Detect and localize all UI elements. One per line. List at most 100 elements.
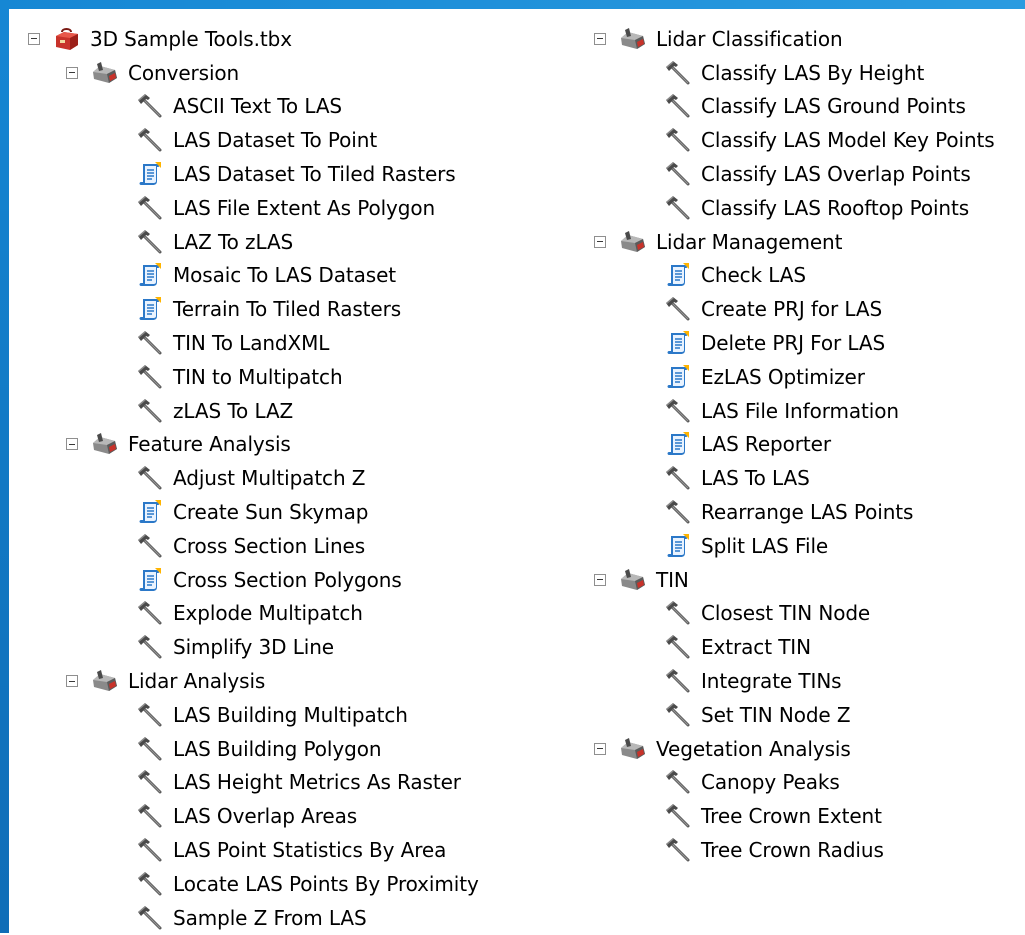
tree-item-label: LAS Dataset To Tiled Rasters	[173, 162, 456, 187]
tool-item-las-reporter[interactable]: LAS Reporter	[594, 428, 995, 462]
toolbox-item-3d-sample-tools-tbx[interactable]: 3D Sample Tools.tbx	[28, 22, 479, 56]
tree-item-label: TIN	[656, 567, 689, 592]
toolset-item-vegetation-analysis[interactable]: Vegetation Analysis	[594, 732, 995, 766]
tool-item-ezlas-optimizer[interactable]: EzLAS Optimizer	[594, 360, 995, 394]
tool-item-tin-to-multipatch[interactable]: TIN to Multipatch	[28, 360, 479, 394]
collapse-toggle-icon[interactable]	[66, 675, 78, 688]
tree-item-label: Simplify 3D Line	[173, 635, 334, 660]
toolbox-icon	[53, 26, 81, 52]
script-icon	[136, 262, 164, 288]
collapse-toggle-icon[interactable]	[28, 32, 40, 45]
collapse-toggle-icon[interactable]	[594, 742, 606, 755]
collapse-toggle-icon[interactable]	[594, 235, 606, 248]
tool-item-check-las[interactable]: Check LAS	[594, 259, 995, 293]
hammer-icon	[664, 803, 692, 829]
tool-item-sample-z-from-las[interactable]: Sample Z From LAS	[28, 901, 479, 935]
script-icon	[136, 296, 164, 322]
tool-item-las-dataset-to-point[interactable]: LAS Dataset To Point	[28, 123, 479, 157]
tool-item-las-building-polygon[interactable]: LAS Building Polygon	[28, 732, 479, 766]
tool-item-ascii-text-to-las[interactable]: ASCII Text To LAS	[28, 90, 479, 124]
tree-item-label: Sample Z From LAS	[173, 905, 367, 930]
tool-item-las-point-statistics-by-area[interactable]: LAS Point Statistics By Area	[28, 833, 479, 867]
tool-item-cross-section-polygons[interactable]: Cross Section Polygons	[28, 563, 479, 597]
tool-item-classify-las-overlap-points[interactable]: Classify LAS Overlap Points	[594, 157, 995, 191]
collapse-toggle-icon[interactable]	[66, 438, 78, 451]
tool-item-las-overlap-areas[interactable]: LAS Overlap Areas	[28, 799, 479, 833]
tool-item-tin-to-landxml[interactable]: TIN To LandXML	[28, 326, 479, 360]
tool-item-create-prj-for-las[interactable]: Create PRJ for LAS	[594, 292, 995, 326]
tool-item-simplify-3d-line[interactable]: Simplify 3D Line	[28, 630, 479, 664]
tree-item-label: LAS File Extent As Polygon	[173, 195, 436, 220]
tool-item-las-to-las[interactable]: LAS To LAS	[594, 461, 995, 495]
tree-item-label: Cross Section Lines	[173, 533, 366, 558]
toolset-icon	[619, 567, 647, 593]
tool-item-set-tin-node-z[interactable]: Set TIN Node Z	[594, 698, 995, 732]
tree-item-label: Canopy Peaks	[701, 770, 840, 795]
script-icon	[136, 567, 164, 593]
tree-item-label: Explode Multipatch	[173, 601, 363, 626]
tree-item-label: 3D Sample Tools.tbx	[90, 26, 292, 51]
tool-item-rearrange-las-points[interactable]: Rearrange LAS Points	[594, 495, 995, 529]
collapse-toggle-icon[interactable]	[594, 573, 606, 586]
tool-item-classify-las-ground-points[interactable]: Classify LAS Ground Points	[594, 90, 995, 124]
hammer-icon	[664, 837, 692, 863]
tool-item-las-dataset-to-tiled-rasters[interactable]: LAS Dataset To Tiled Rasters	[28, 157, 479, 191]
tool-item-locate-las-points-by-proximity[interactable]: Locate LAS Points By Proximity	[28, 867, 479, 901]
tool-item-tree-crown-extent[interactable]: Tree Crown Extent	[594, 799, 995, 833]
hammer-icon	[136, 837, 164, 863]
tool-item-explode-multipatch[interactable]: Explode Multipatch	[28, 597, 479, 631]
tool-item-classify-las-rooftop-points[interactable]: Classify LAS Rooftop Points	[594, 191, 995, 225]
hammer-icon	[664, 296, 692, 322]
tree-item-label: Tree Crown Radius	[701, 838, 884, 863]
hammer-icon	[136, 93, 164, 119]
tool-item-delete-prj-for-las[interactable]: Delete PRJ For LAS	[594, 326, 995, 360]
tool-item-split-las-file[interactable]: Split LAS File	[594, 529, 995, 563]
tool-item-adjust-multipatch-z[interactable]: Adjust Multipatch Z	[28, 461, 479, 495]
script-icon	[136, 161, 164, 187]
hammer-icon	[664, 195, 692, 221]
tool-item-mosaic-to-las-dataset[interactable]: Mosaic To LAS Dataset	[28, 259, 479, 293]
tool-item-las-file-extent-as-polygon[interactable]: LAS File Extent As Polygon	[28, 191, 479, 225]
tool-item-cross-section-lines[interactable]: Cross Section Lines	[28, 529, 479, 563]
hammer-icon	[136, 905, 164, 931]
hammer-icon	[664, 60, 692, 86]
toolset-item-lidar-analysis[interactable]: Lidar Analysis	[28, 664, 479, 698]
tree-item-label: Lidar Classification	[656, 26, 843, 51]
tree-item-label: TIN to Multipatch	[173, 364, 343, 389]
hammer-icon	[664, 93, 692, 119]
tool-item-las-height-metrics-as-raster[interactable]: LAS Height Metrics As Raster	[28, 766, 479, 800]
tree-item-label: Feature Analysis	[128, 432, 291, 457]
tool-item-classify-las-model-key-points[interactable]: Classify LAS Model Key Points	[594, 123, 995, 157]
collapse-toggle-icon[interactable]	[594, 32, 606, 45]
toolset-item-lidar-management[interactable]: Lidar Management	[594, 225, 995, 259]
script-icon	[664, 364, 692, 390]
tool-item-laz-to-zlas[interactable]: LAZ To zLAS	[28, 225, 479, 259]
toolset-item-feature-analysis[interactable]: Feature Analysis	[28, 428, 479, 462]
tree-item-label: zLAS To LAZ	[173, 398, 294, 423]
tool-item-terrain-to-tiled-rasters[interactable]: Terrain To Tiled Rasters	[28, 292, 479, 326]
toolset-item-tin[interactable]: TIN	[594, 563, 995, 597]
toolset-icon	[619, 229, 647, 255]
tree-item-label: LAS To LAS	[701, 466, 810, 491]
tree-item-label: TIN To LandXML	[173, 331, 330, 356]
tool-item-integrate-tins[interactable]: Integrate TINs	[594, 664, 995, 698]
tree-item-label: Adjust Multipatch Z	[173, 466, 366, 491]
tree-item-label: Vegetation Analysis	[656, 736, 851, 761]
tool-item-tree-crown-radius[interactable]: Tree Crown Radius	[594, 833, 995, 867]
tool-item-closest-tin-node[interactable]: Closest TIN Node	[594, 597, 995, 631]
hammer-icon	[136, 364, 164, 390]
tool-item-las-building-multipatch[interactable]: LAS Building Multipatch	[28, 698, 479, 732]
toolset-item-lidar-classification[interactable]: Lidar Classification	[594, 22, 995, 56]
tool-item-create-sun-skymap[interactable]: Create Sun Skymap	[28, 495, 479, 529]
tree-item-label: Conversion	[128, 60, 240, 85]
tool-item-canopy-peaks[interactable]: Canopy Peaks	[594, 766, 995, 800]
tool-item-classify-las-by-height[interactable]: Classify LAS By Height	[594, 56, 995, 90]
tool-item-las-file-information[interactable]: LAS File Information	[594, 394, 995, 428]
toolset-icon	[91, 60, 119, 86]
hammer-icon	[664, 668, 692, 694]
toolset-item-conversion[interactable]: Conversion	[28, 56, 479, 90]
tool-item-extract-tin[interactable]: Extract TIN	[594, 630, 995, 664]
script-icon	[664, 330, 692, 356]
collapse-toggle-icon[interactable]	[66, 66, 78, 79]
tool-item-zlas-to-laz[interactable]: zLAS To LAZ	[28, 394, 479, 428]
